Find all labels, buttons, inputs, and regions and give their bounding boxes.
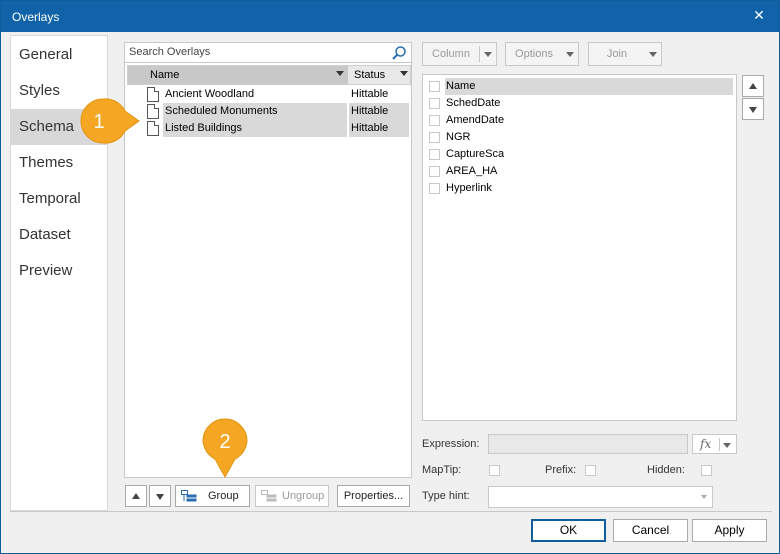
options-dropdown[interactable]: Options: [505, 42, 579, 66]
move-up-button[interactable]: [125, 485, 147, 507]
column-header-name[interactable]: Name: [128, 66, 348, 84]
field-checkbox[interactable]: [429, 149, 440, 160]
field-checkbox[interactable]: [429, 115, 440, 126]
nav-item-temporal[interactable]: Temporal: [11, 181, 107, 217]
field-checkbox[interactable]: [429, 132, 440, 143]
overlay-status: Hittable: [349, 120, 409, 137]
ungroup-icon: [261, 490, 277, 502]
hidden-checkbox[interactable]: [701, 465, 712, 476]
field-label: SchedDate: [446, 97, 501, 109]
list-item[interactable]: NGR: [423, 129, 736, 146]
join-dropdown[interactable]: Join: [588, 42, 662, 66]
column-dropdown-label: Column: [432, 48, 470, 60]
group-button-label: Group: [208, 490, 239, 502]
overlay-status: Hittable: [349, 103, 409, 120]
overlay-name: Scheduled Monuments: [163, 103, 347, 120]
chevron-down-icon: [566, 52, 574, 57]
overlays-panel: Search Overlays Name Status Ancient Wood…: [124, 42, 412, 478]
table-row[interactable]: Listed Buildings Hittable: [125, 120, 411, 137]
expression-builder-button[interactable]: fx: [692, 434, 737, 454]
callout-marker-1: 1: [80, 98, 140, 144]
arrow-up-icon: [132, 493, 140, 499]
title-bar: Overlays ✕: [1, 1, 779, 32]
nav-item-dataset[interactable]: Dataset: [11, 217, 107, 253]
expression-label: Expression:: [422, 438, 480, 450]
expression-field[interactable]: [488, 434, 688, 454]
chevron-down-icon: [484, 52, 492, 57]
search-icon[interactable]: [391, 45, 407, 61]
list-item[interactable]: CaptureSca: [423, 146, 736, 163]
window-title: Overlays: [12, 10, 60, 24]
arrow-up-icon: [749, 83, 757, 89]
list-item[interactable]: Name: [423, 78, 736, 95]
overlay-status: Hittable: [351, 88, 389, 100]
document-icon: [147, 87, 159, 102]
fx-icon: fx: [700, 437, 712, 451]
type-hint-select[interactable]: [488, 486, 713, 508]
search-overlays-placeholder: Search Overlays: [129, 46, 211, 58]
callout-number-2: 2: [219, 431, 230, 453]
field-checkbox[interactable]: [429, 81, 440, 92]
options-dropdown-label: Options: [515, 48, 553, 60]
nav-item-general[interactable]: General: [11, 37, 107, 73]
ok-button[interactable]: OK: [531, 519, 606, 542]
field-label: AmendDate: [446, 114, 505, 126]
field-label: Hyperlink: [446, 182, 492, 194]
field-label: CaptureSca: [446, 148, 505, 160]
arrow-down-icon: [156, 494, 164, 500]
document-icon: [147, 121, 159, 136]
list-item[interactable]: Hyperlink: [423, 180, 736, 197]
group-icon: [181, 490, 197, 502]
join-dropdown-label: Join: [606, 48, 628, 60]
nav-item-preview[interactable]: Preview: [11, 253, 107, 289]
overlays-dialog: Overlays ✕ General Styles Schema Themes …: [0, 0, 780, 554]
arrow-down-icon: [749, 107, 757, 113]
chevron-down-icon: [723, 443, 731, 448]
schema-field-list: Name SchedDate AmendDate NGR CaptureSca …: [422, 74, 737, 421]
callout-marker-2: 2: [202, 418, 248, 479]
field-checkbox[interactable]: [429, 98, 440, 109]
list-item[interactable]: AREA_HA: [423, 163, 736, 180]
field-label: AREA_HA: [446, 165, 498, 177]
maptip-checkbox[interactable]: [489, 465, 500, 476]
field-label: Name: [445, 78, 733, 95]
nav-item-themes[interactable]: Themes: [11, 145, 107, 181]
ungroup-button[interactable]: Ungroup: [255, 485, 329, 507]
list-item[interactable]: AmendDate: [423, 112, 736, 129]
prefix-label: Prefix:: [545, 464, 577, 476]
properties-button[interactable]: Properties...: [337, 485, 410, 507]
type-hint-label: Type hint:: [422, 490, 470, 502]
apply-button[interactable]: Apply: [692, 519, 767, 542]
chevron-down-icon: [649, 52, 657, 57]
search-overlays-field[interactable]: Search Overlays: [125, 43, 411, 63]
chevron-down-icon: [701, 495, 707, 499]
field-checkbox[interactable]: [429, 183, 440, 194]
prefix-checkbox[interactable]: [585, 465, 596, 476]
table-row[interactable]: Scheduled Monuments Hittable: [125, 103, 411, 120]
hidden-label: Hidden:: [647, 464, 685, 476]
document-icon: [147, 104, 159, 119]
callout-number-1: 1: [93, 111, 104, 133]
field-move-up-button[interactable]: [742, 75, 764, 97]
dropdown-separator: [719, 438, 720, 451]
move-down-button[interactable]: [149, 485, 171, 507]
field-move-down-button[interactable]: [742, 98, 764, 120]
ungroup-button-label: Ungroup: [282, 490, 325, 502]
overlay-name: Ancient Woodland: [165, 88, 255, 100]
overlay-name: Listed Buildings: [163, 120, 347, 137]
overlays-table-header: Name Status: [127, 65, 411, 85]
dropdown-separator: [479, 46, 480, 62]
maptip-label: MapTip:: [422, 464, 462, 476]
footer-divider: [10, 511, 772, 512]
cancel-button[interactable]: Cancel: [613, 519, 688, 542]
field-label: NGR: [446, 131, 471, 143]
status-filter-arrow-icon[interactable]: [400, 71, 408, 76]
name-filter-arrow-icon[interactable]: [336, 71, 344, 76]
group-button[interactable]: Group: [175, 485, 250, 507]
field-checkbox[interactable]: [429, 166, 440, 177]
table-row[interactable]: Ancient Woodland Hittable: [125, 86, 411, 103]
close-icon[interactable]: ✕: [749, 5, 769, 25]
column-dropdown[interactable]: Column: [422, 42, 497, 66]
list-item[interactable]: SchedDate: [423, 95, 736, 112]
